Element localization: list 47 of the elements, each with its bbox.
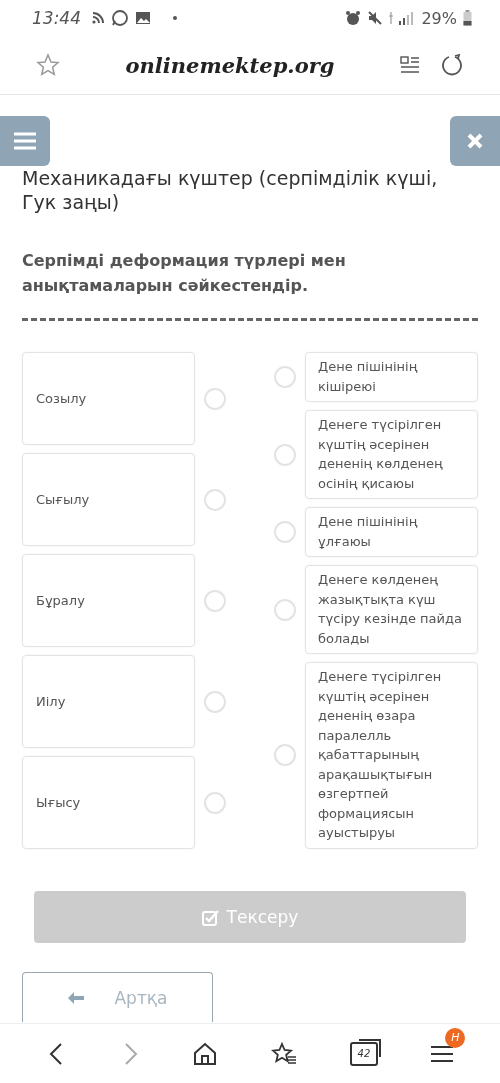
match-radio[interactable]	[274, 598, 296, 621]
match-radio[interactable]	[204, 589, 226, 612]
term-card[interactable]: Иілу	[22, 655, 195, 748]
menu-icon[interactable]	[431, 1043, 454, 1064]
checkbox-icon	[201, 908, 219, 926]
lesson-title: Механикадағы күштер (серпімділік күші, Гук заңы)	[22, 166, 439, 214]
muted-speaker-icon	[367, 10, 384, 26]
bookmarks-icon[interactable]	[270, 1041, 297, 1066]
match-radio[interactable]	[204, 488, 226, 511]
signal-icon	[389, 10, 416, 26]
match-radio[interactable]	[274, 366, 296, 388]
close-icon	[466, 132, 484, 150]
address-text[interactable]: onlinemektep.org	[80, 52, 380, 78]
term-card[interactable]: Ығысу	[22, 756, 195, 849]
menu-icon	[13, 131, 37, 151]
battery-percent: 29%	[421, 8, 457, 28]
reload-icon[interactable]	[440, 53, 464, 77]
match-radio[interactable]	[204, 387, 226, 410]
term-card[interactable]: Бұралу	[22, 554, 195, 647]
definition-card[interactable]: Денеге түсірілген күштің әсерінен дененің көлденең осінің қисаюы	[305, 410, 478, 499]
alarm-icon	[345, 10, 362, 26]
match-radio[interactable]	[274, 443, 296, 466]
match-radio[interactable]	[274, 521, 296, 543]
star-icon[interactable]	[36, 53, 60, 77]
match-radio[interactable]	[274, 744, 296, 767]
rss-icon	[91, 11, 105, 25]
arrow-left-icon	[67, 990, 86, 1005]
menu-button[interactable]	[0, 116, 50, 166]
match-radio[interactable]	[204, 791, 226, 814]
question-text: Серпімді деформация түрлері мен анықтамаларын сәйкестендір.	[22, 250, 347, 297]
image-icon	[135, 11, 151, 25]
battery-icon	[463, 10, 472, 26]
definition-card[interactable]: Денеге көлденең жазықтықта күш түсіру кезінде пайда болады	[305, 565, 478, 654]
match-radio[interactable]	[204, 690, 226, 713]
definition-card[interactable]: Дене пішінінің ұлғаюы	[305, 507, 478, 557]
term-card[interactable]: Созылу	[22, 352, 195, 445]
definition-card[interactable]: Дене пішінінің кішіреюі	[305, 352, 478, 402]
notification-dot	[173, 16, 177, 20]
chat-icon	[111, 9, 129, 27]
tabs-button[interactable]: 42	[349, 1041, 378, 1066]
clock-time: 13:44	[32, 8, 81, 28]
notification-badge: H	[445, 1027, 466, 1048]
term-card[interactable]: Сығылу	[22, 453, 195, 546]
close-button[interactable]	[450, 116, 500, 166]
home-icon[interactable]	[193, 1041, 218, 1066]
definition-card[interactable]: Денеге түсірілген күштің әсерінен дененің өзара паралелль қабаттарының арақашықтығын өзгертпей формациясын ауыстыруы	[305, 662, 478, 849]
reader-icon[interactable]	[400, 55, 420, 75]
